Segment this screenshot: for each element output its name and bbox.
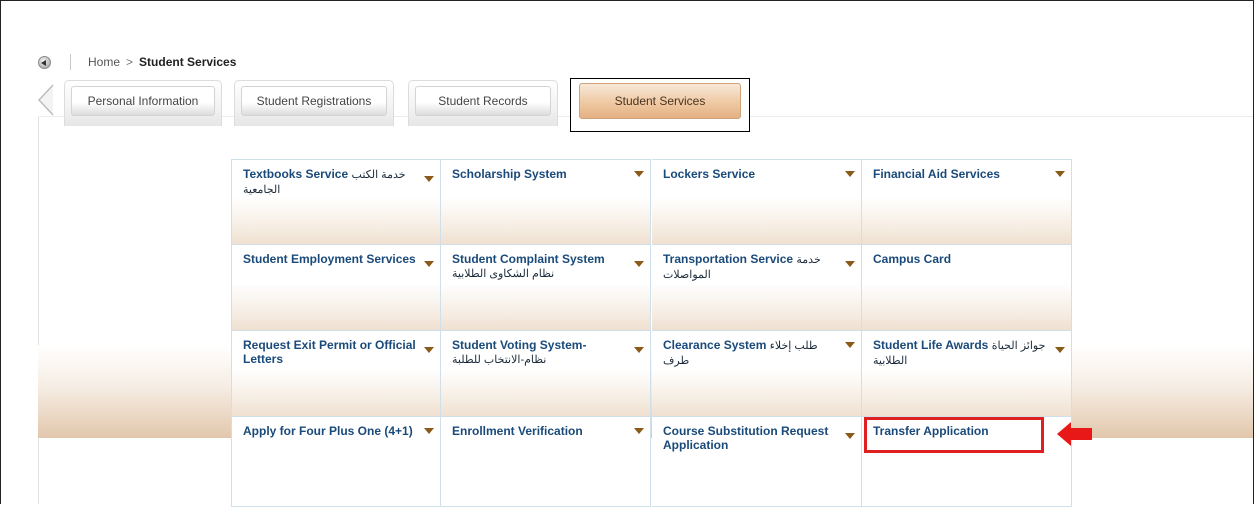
caret-down-icon[interactable] bbox=[845, 171, 855, 177]
caret-down-icon[interactable] bbox=[845, 433, 855, 439]
service-tile-transportation[interactable]: Transportation Service خدمة المواصلات bbox=[652, 245, 862, 331]
service-title[interactable]: Request Exit Permit or Official Letters bbox=[243, 338, 421, 366]
breadcrumb-divider bbox=[70, 54, 71, 70]
back-circle-icon[interactable] bbox=[38, 56, 51, 69]
service-tile-exit-permit[interactable]: Request Exit Permit or Official Letters bbox=[231, 331, 441, 417]
tab-student-records[interactable]: Student Records bbox=[408, 80, 558, 126]
service-tile-scholarship[interactable]: Scholarship System bbox=[441, 159, 651, 245]
caret-down-icon[interactable] bbox=[845, 342, 855, 348]
caret-down-icon[interactable] bbox=[634, 171, 644, 177]
service-tile-student-life-awards[interactable]: Student Life Awards جوائز الحياة الطلابي… bbox=[862, 331, 1072, 417]
tab-label: Student Services bbox=[579, 83, 741, 119]
scroll-left-arrow-icon[interactable] bbox=[37, 84, 55, 116]
service-tile-lockers[interactable]: Lockers Service bbox=[652, 159, 862, 245]
service-title[interactable]: Transportation Service خدمة المواصلات bbox=[663, 252, 841, 282]
service-tile-campus-card[interactable]: Campus Card bbox=[862, 245, 1072, 331]
service-title[interactable]: Scholarship System bbox=[452, 167, 630, 181]
service-title[interactable]: Student Life Awards جوائز الحياة الطلابي… bbox=[873, 338, 1051, 368]
tab-label: Student Records bbox=[415, 86, 551, 116]
caret-down-icon[interactable] bbox=[424, 347, 434, 353]
service-title[interactable]: Enrollment Verification bbox=[452, 424, 630, 438]
tab-label: Student Registrations bbox=[241, 86, 387, 116]
service-title[interactable]: Textbooks Service خدمة الكتب الجامعية bbox=[243, 167, 421, 197]
panel-left-border bbox=[38, 117, 39, 504]
breadcrumb-home-link[interactable]: Home bbox=[88, 55, 120, 69]
service-tile-complaint-system[interactable]: Student Complaint System نظام الشكاوى الط… bbox=[441, 245, 651, 331]
caret-down-icon[interactable] bbox=[424, 428, 434, 434]
service-tile-student-employment[interactable]: Student Employment Services bbox=[231, 245, 441, 331]
tab-student-services[interactable]: Student Services bbox=[570, 78, 750, 132]
service-title[interactable]: Course Substitution Request Application bbox=[663, 424, 841, 452]
service-title[interactable]: Student Complaint System نظام الشكاوى الط… bbox=[452, 252, 630, 281]
service-tile-clearance-system[interactable]: Clearance System طلب إخلاء طرف bbox=[652, 331, 862, 417]
service-title[interactable]: Financial Aid Services bbox=[873, 167, 1051, 181]
service-tile-course-substitution[interactable]: Course Substitution Request Application bbox=[652, 417, 862, 507]
breadcrumb: Home > Student Services bbox=[88, 55, 236, 69]
service-title[interactable]: Student Voting System- نظام-الانتخاب للطل… bbox=[452, 338, 630, 367]
tab-label: Personal Information bbox=[71, 86, 215, 116]
service-tile-enrollment-verification[interactable]: Enrollment Verification bbox=[441, 417, 651, 507]
tab-student-registrations[interactable]: Student Registrations bbox=[234, 80, 394, 126]
breadcrumb-current: Student Services bbox=[139, 55, 237, 69]
service-title[interactable]: Campus Card bbox=[873, 252, 1051, 266]
service-tile-voting-system[interactable]: Student Voting System- نظام-الانتخاب للطل… bbox=[441, 331, 651, 417]
service-title[interactable]: Student Employment Services bbox=[243, 252, 421, 266]
caret-down-icon[interactable] bbox=[634, 428, 644, 434]
caret-down-icon[interactable] bbox=[1055, 171, 1065, 177]
service-title[interactable]: Lockers Service bbox=[663, 167, 841, 181]
caret-down-icon[interactable] bbox=[424, 176, 434, 182]
transfer-application-highlight-box bbox=[864, 417, 1044, 453]
caret-down-icon[interactable] bbox=[424, 261, 434, 267]
service-title[interactable]: Apply for Four Plus One (4+1) bbox=[243, 424, 433, 438]
red-arrow-icon bbox=[1057, 422, 1092, 446]
service-title[interactable]: Clearance System طلب إخلاء طرف bbox=[663, 338, 841, 368]
tab-personal-information[interactable]: Personal Information bbox=[64, 80, 222, 126]
caret-down-icon[interactable] bbox=[634, 347, 644, 353]
service-tile-financial-aid[interactable]: Financial Aid Services bbox=[862, 159, 1072, 245]
caret-down-icon[interactable] bbox=[1055, 347, 1065, 353]
service-tile-four-plus-one[interactable]: Apply for Four Plus One (4+1) bbox=[231, 417, 441, 507]
window-frame-right bbox=[1253, 0, 1254, 504]
caret-down-icon[interactable] bbox=[845, 261, 855, 267]
caret-down-icon[interactable] bbox=[634, 261, 644, 267]
breadcrumb-separator: > bbox=[126, 55, 134, 69]
service-tile-textbooks[interactable]: Textbooks Service خدمة الكتب الجامعية bbox=[231, 159, 441, 245]
